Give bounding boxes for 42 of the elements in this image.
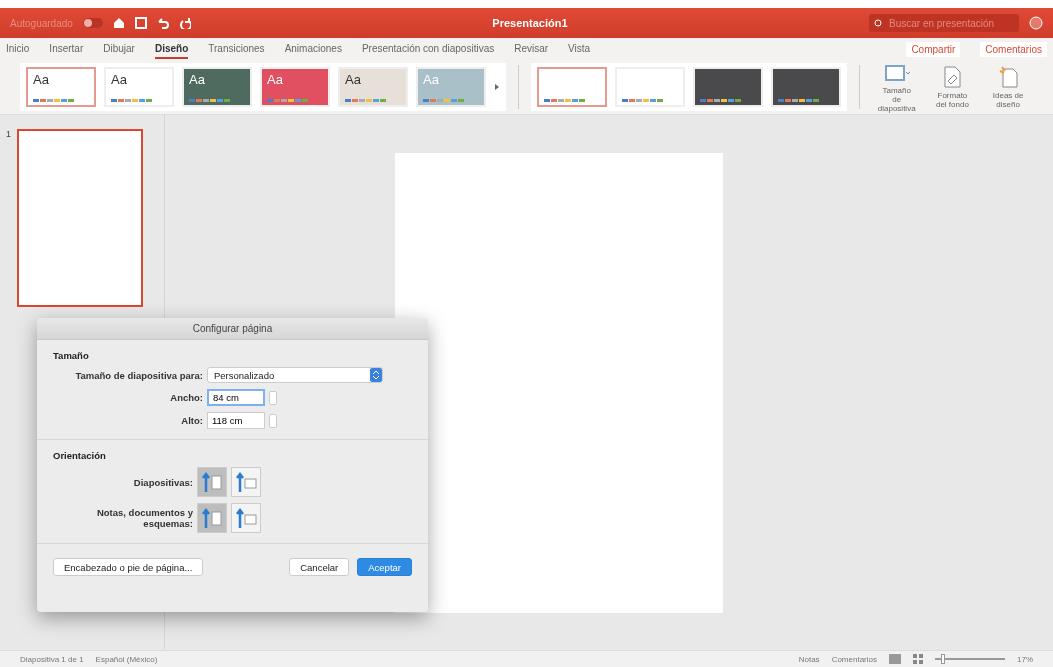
ribbon-tab[interactable]: Transiciones	[208, 39, 265, 59]
header-footer-button[interactable]: Encabezado o pie de página...	[53, 558, 204, 576]
section-title: Tamaño	[53, 350, 90, 361]
share-button[interactable]: Compartir	[906, 41, 961, 57]
comments-button[interactable]: Comentarios	[831, 654, 877, 664]
ribbon-tab[interactable]: Presentación con diapositivas	[361, 39, 495, 59]
ribbon-tab[interactable]: Vista	[568, 39, 591, 59]
ribbon-button[interactable]: Ideas de diseño	[983, 64, 1033, 110]
ribbon-button[interactable]: Tamaño de diapositiva	[871, 60, 922, 114]
section-title: Orientación	[53, 450, 107, 461]
comments-button[interactable]: Comentarios	[980, 41, 1047, 57]
theme-thumbnail[interactable]: Aa	[104, 67, 174, 107]
field-label: Tamaño de diapositiva para:	[74, 369, 203, 381]
theme-thumbnail[interactable]: Aa	[26, 67, 96, 107]
window-title: Presentación1	[491, 17, 569, 29]
ok-button[interactable]: Aceptar	[357, 558, 412, 576]
slide-counter: Diapositiva 1 de 1	[20, 654, 84, 664]
theme-thumbnail[interactable]: Aa	[338, 67, 408, 107]
dimension-field[interactable]: 84 cm	[207, 389, 265, 406]
field-label: Diapositivas:	[132, 476, 193, 488]
field-label: Ancho:	[169, 392, 203, 403]
language-label[interactable]: Español (México)	[95, 654, 158, 664]
ribbon-button[interactable]: Formato del fondo	[927, 64, 978, 110]
cancel-button[interactable]: Cancelar	[289, 558, 350, 576]
ribbon-tab[interactable]: Insertar	[49, 39, 84, 59]
ribbon-tab[interactable]: Revisar	[514, 39, 549, 59]
search-field[interactable]: Buscar en presentación	[869, 14, 1019, 32]
ribbon-tab[interactable]: Diseño	[154, 39, 189, 59]
zoom-reading: 17%	[1017, 654, 1033, 664]
field-label: Notas, documentos y esquemas:	[95, 507, 193, 529]
ribbon-tab[interactable]: Inicio	[6, 39, 30, 59]
theme-thumbnail[interactable]: Aa	[260, 67, 330, 107]
ribbon-tab[interactable]: Dibujar	[103, 39, 135, 59]
ribbon-tab[interactable]: Animaciones	[284, 39, 342, 59]
field-label: Alto:	[180, 415, 203, 426]
autosave-label: Autoguardado	[10, 17, 73, 29]
theme-thumbnail[interactable]: Aa	[182, 67, 252, 107]
dialog-title: Configurar página	[37, 318, 428, 340]
slide-number: 1	[6, 129, 11, 141]
dimension-field[interactable]: 118 cm	[207, 412, 265, 429]
notes-button[interactable]: Notas	[798, 654, 820, 664]
slide-size-dropdown[interactable]: Personalizado	[207, 367, 383, 383]
